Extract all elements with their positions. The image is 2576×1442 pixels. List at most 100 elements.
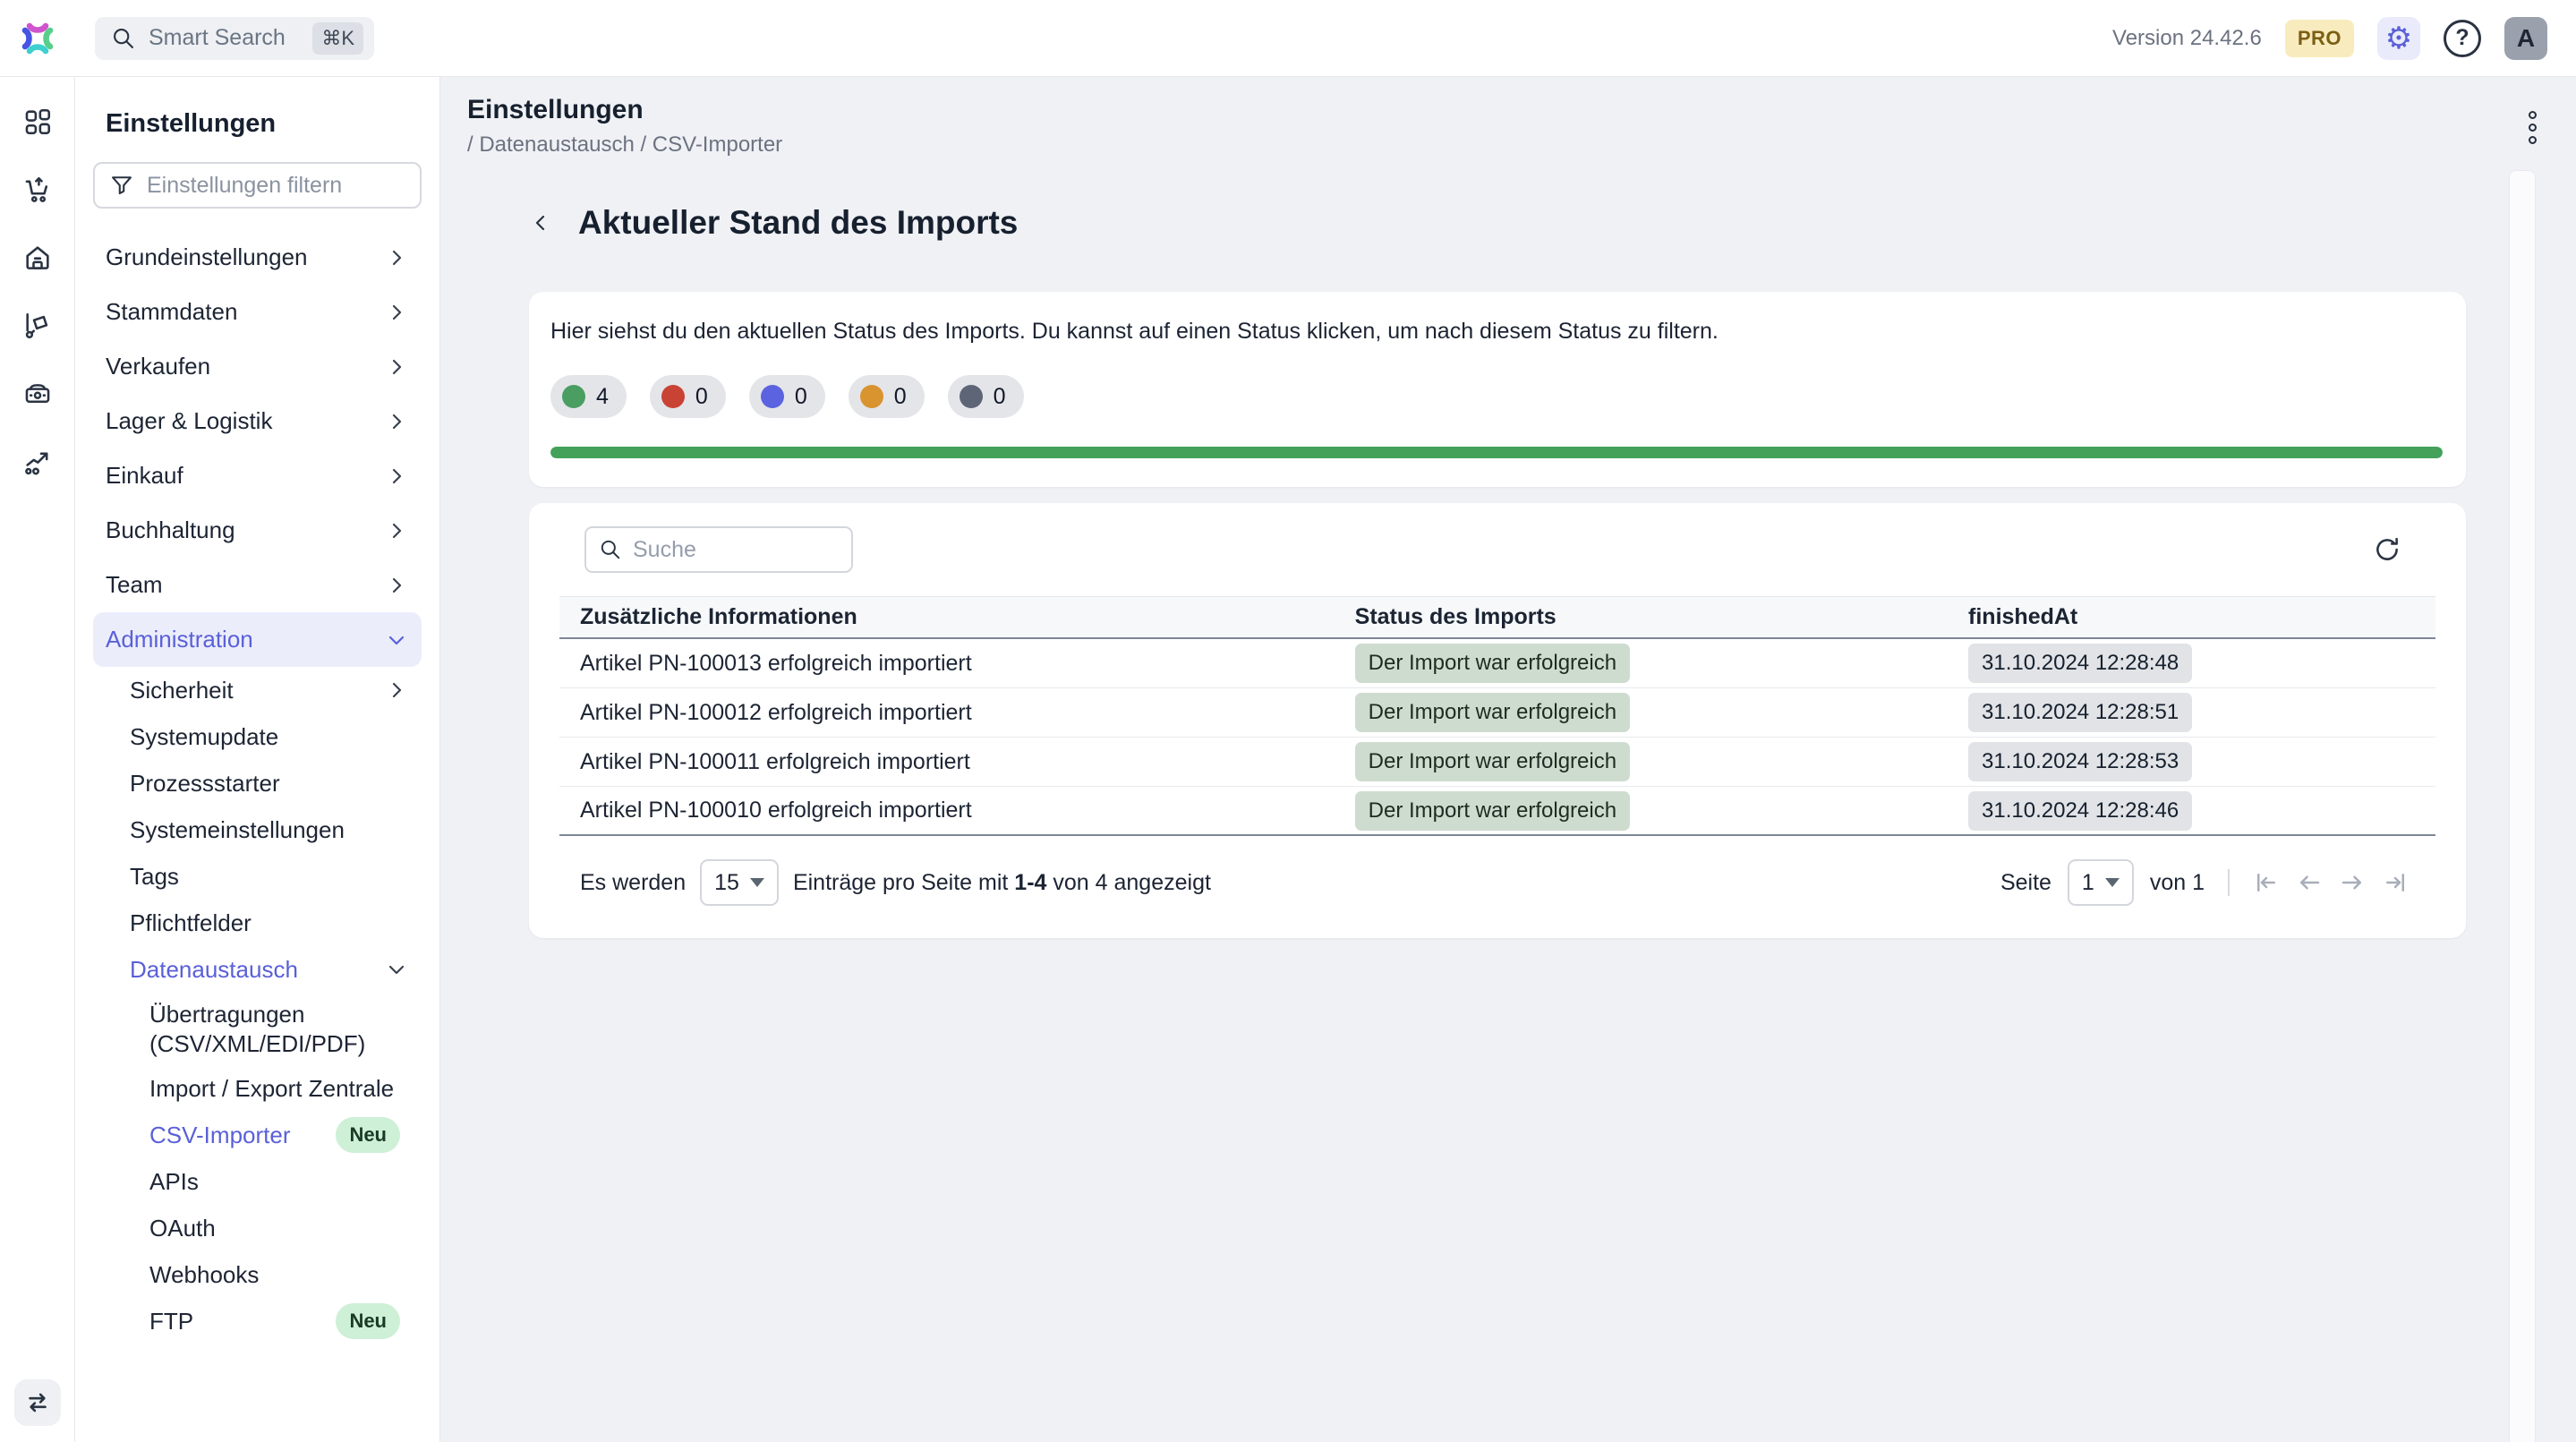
vertical-scrollbar[interactable]	[2509, 170, 2536, 1442]
sidebar-item-tags[interactable]: Tags	[93, 853, 422, 900]
status-filter-pill-running[interactable]: 0	[749, 375, 825, 418]
refresh-button[interactable]	[2367, 530, 2407, 569]
sidebar-item-lager-logistik[interactable]: Lager & Logistik	[93, 394, 422, 448]
import-log-card: Suche Zusätzliche Informationen Status d…	[529, 503, 2466, 938]
settings-sidebar: Einstellungen Einstellungen filtern Grun…	[75, 77, 440, 1442]
cart-upload-icon	[22, 175, 53, 205]
shortcut-badge: ⌘K	[312, 22, 363, 55]
help-button[interactable]: ?	[2444, 20, 2481, 57]
pagination-mid1: Einträge pro Seite mit	[793, 870, 1008, 895]
sidebar-item-stammdaten[interactable]: Stammdaten	[93, 285, 422, 339]
divider	[2228, 869, 2230, 896]
sidebar-item-systemupdate[interactable]: Systemupdate	[93, 713, 422, 760]
chevron-right-icon	[386, 520, 407, 542]
sidebar-item-apis[interactable]: APIs	[93, 1158, 422, 1205]
sidebar-title: Einstellungen	[93, 109, 422, 139]
last-page-button[interactable]	[2382, 869, 2409, 896]
col-header-info[interactable]: Zusätzliche Informationen	[559, 604, 1335, 630]
funnel-icon	[109, 173, 134, 198]
sidebar-item-verkaufen[interactable]: Verkaufen	[93, 339, 422, 394]
finished-at-badge: 31.10.2024 12:28:53	[1968, 742, 2192, 781]
status-dot-green	[562, 385, 585, 408]
finished-at-badge: 31.10.2024 12:28:48	[1968, 644, 2192, 683]
sidebar-item-systemeinstellungen[interactable]: Systemeinstellungen	[93, 806, 422, 853]
version-label: Version 24.42.6	[2112, 26, 2262, 51]
table-row[interactable]: Artikel PN-100010 erfolgreich importiert…	[559, 787, 2435, 836]
avatar-letter: A	[2517, 24, 2535, 53]
sidebar-item-webhooks[interactable]: Webhooks	[93, 1251, 422, 1298]
status-badge: Der Import war erfolgreich	[1355, 644, 1630, 683]
page-size-select[interactable]: 15	[700, 859, 779, 906]
sidebar-item-csv-importer[interactable]: CSV-Importer Neu	[93, 1112, 422, 1158]
rail-item-finance[interactable]	[14, 371, 61, 417]
neu-badge: Neu	[336, 1117, 400, 1153]
page-header: Einstellungen / Datenaustausch / CSV-Imp…	[440, 77, 2576, 158]
table-search-input[interactable]: Suche	[584, 526, 853, 573]
sidebar-item-einkauf[interactable]: Einkauf	[93, 448, 422, 503]
sidebar-item-team[interactable]: Team	[93, 558, 422, 612]
table-row[interactable]: Artikel PN-100013 erfolgreich importiert…	[559, 639, 2435, 688]
finished-at-badge: 31.10.2024 12:28:46	[1968, 791, 2192, 831]
status-badge: Der Import war erfolgreich	[1355, 742, 1630, 781]
rail-item-apps[interactable]	[14, 98, 61, 145]
rail-item-logistics[interactable]	[14, 303, 61, 349]
refresh-icon	[2372, 534, 2402, 565]
sidebar-item-prozessstarter[interactable]: Prozessstarter	[93, 760, 422, 806]
back-button[interactable]	[523, 205, 559, 241]
sidebar-filter-placeholder: Einstellungen filtern	[147, 173, 342, 199]
app-logo[interactable]	[0, 19, 75, 58]
col-header-status[interactable]: Status des Imports	[1335, 604, 1948, 630]
status-dot-red	[661, 385, 685, 408]
status-filter-pill-warning[interactable]: 0	[849, 375, 925, 418]
table-row[interactable]: Artikel PN-100011 erfolgreich importiert…	[559, 738, 2435, 787]
next-page-button[interactable]	[2339, 869, 2366, 896]
page-header-title: Einstellungen	[467, 95, 2576, 125]
status-filter-pill-pending[interactable]: 0	[948, 375, 1024, 418]
kebab-icon	[2529, 111, 2537, 119]
chevron-right-icon	[386, 247, 407, 269]
status-badge: Der Import war erfolgreich	[1355, 791, 1630, 831]
table-row[interactable]: Artikel PN-100012 erfolgreich importiert…	[559, 688, 2435, 738]
rail-item-warehouse[interactable]	[14, 235, 61, 281]
collapse-switch-button[interactable]	[14, 1379, 61, 1426]
sidebar-item-ftp[interactable]: FTP Neu	[93, 1298, 422, 1344]
page-options-button[interactable]	[2529, 111, 2537, 144]
sidebar-item-grundeinstellungen[interactable]: Grundeinstellungen	[93, 230, 422, 285]
sidebar-item-sicherheit[interactable]: Sicherheit	[93, 667, 422, 713]
sidebar-item-datenaustausch[interactable]: Datenaustausch	[93, 946, 422, 993]
sidebar-item-import-export-zentrale[interactable]: Import / Export Zentrale	[93, 1065, 422, 1112]
status-filter-pill-error[interactable]: 0	[650, 375, 726, 418]
sidebar-item-administration[interactable]: Administration	[93, 612, 422, 667]
search-icon	[111, 26, 136, 51]
status-dot-blue	[761, 385, 784, 408]
datenaustausch-submenu: Übertragungen (CSV/XML/EDI/PDF) Import /…	[93, 993, 422, 1344]
page-select[interactable]: 1	[2068, 859, 2134, 906]
pagination-range: 1-4	[1014, 870, 1046, 895]
finished-at-badge: 31.10.2024 12:28:51	[1968, 693, 2192, 732]
sidebar-filter-input[interactable]: Einstellungen filtern	[93, 162, 422, 209]
handtruck-icon	[22, 311, 53, 341]
prev-page-button[interactable]	[2296, 869, 2323, 896]
smart-search-input[interactable]: Smart Search ⌘K	[95, 17, 374, 60]
rail-item-sales[interactable]	[14, 166, 61, 213]
main-content: Einstellungen / Datenaustausch / CSV-Imp…	[440, 77, 2576, 1442]
pagination-mid2: von 4 angezeigt	[1053, 870, 1211, 895]
user-avatar[interactable]: A	[2504, 17, 2547, 60]
neu-badge: Neu	[336, 1303, 400, 1339]
sidebar-item-oauth[interactable]: OAuth	[93, 1205, 422, 1251]
sidebar-item-uebertragungen[interactable]: Übertragungen (CSV/XML/EDI/PDF)	[93, 993, 422, 1065]
pagination-bar: Es werden 15 Einträge pro Seite mit 1-4 …	[529, 836, 2466, 933]
first-page-button[interactable]	[2253, 869, 2280, 896]
chevron-down-icon	[386, 959, 407, 980]
import-progress-fill	[550, 447, 2443, 458]
rail-item-analytics[interactable]	[14, 439, 61, 485]
status-filter-pill-success[interactable]: 4	[550, 375, 627, 418]
sidebar-item-pflichtfelder[interactable]: Pflichtfelder	[93, 900, 422, 946]
import-log-table: Zusätzliche Informationen Status des Imp…	[559, 596, 2435, 836]
col-header-finishedat[interactable]: finishedAt	[1948, 604, 2435, 630]
sidebar-item-buchhaltung[interactable]: Buchhaltung	[93, 503, 422, 558]
status-dot-orange	[860, 385, 883, 408]
settings-gear-button[interactable]: ⚙	[2377, 17, 2420, 60]
cash-icon	[22, 379, 53, 409]
chevron-down-icon	[386, 629, 407, 651]
